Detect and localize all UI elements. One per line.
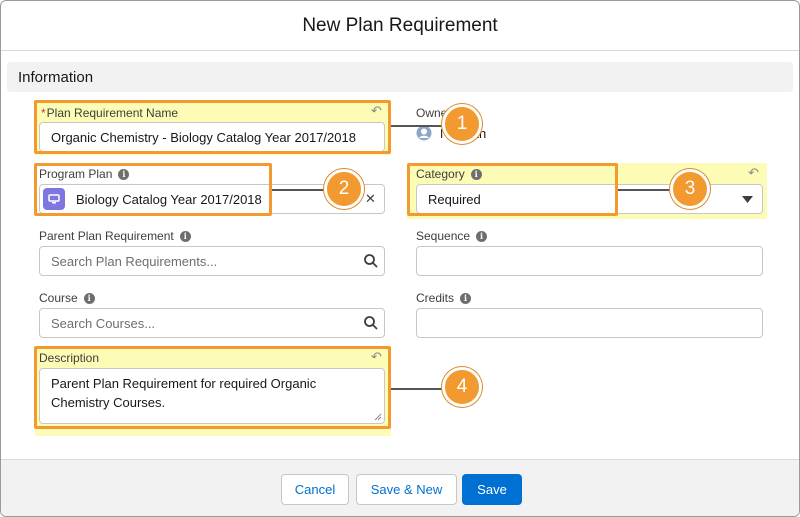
info-icon[interactable]: i xyxy=(460,292,472,304)
callout-connector-3 xyxy=(618,189,670,191)
callout-connector-2 xyxy=(272,189,324,191)
cancel-button[interactable]: Cancel xyxy=(281,474,349,505)
callout-connector-4 xyxy=(391,388,445,390)
info-icon[interactable]: i xyxy=(179,230,191,242)
search-icon xyxy=(364,254,378,268)
save-button[interactable]: Save xyxy=(462,474,522,505)
sequence-label: Sequence i xyxy=(416,229,488,243)
modal-dialog: New Plan Requirement Information *Plan R… xyxy=(0,0,800,517)
modal-title: New Plan Requirement xyxy=(302,14,498,36)
section-header-information[interactable]: Information xyxy=(7,62,793,92)
callout-box-3 xyxy=(407,163,618,216)
callout-badge-2: 2 xyxy=(324,169,364,209)
clear-selection-icon[interactable]: ✕ xyxy=(365,191,376,207)
callout-badge-3: 3 xyxy=(670,169,710,209)
callout-badge-4: 4 xyxy=(442,367,482,407)
callout-badge-1: 1 xyxy=(442,104,482,144)
avatar-icon xyxy=(416,125,432,141)
section-title: Information xyxy=(18,68,94,86)
credits-input[interactable] xyxy=(416,308,763,338)
undo-icon[interactable]: ↶ xyxy=(748,165,759,181)
info-icon[interactable]: i xyxy=(476,230,488,242)
search-icon xyxy=(364,316,378,330)
callout-connector-1 xyxy=(391,125,445,127)
credits-label: Credits i xyxy=(416,291,472,305)
course-label: Course i xyxy=(39,291,95,305)
parent-plan-requirement-search[interactable]: Search Plan Requirements... xyxy=(39,246,385,276)
modal-header: New Plan Requirement xyxy=(1,1,799,51)
info-icon[interactable]: i xyxy=(83,292,95,304)
save-and-new-button[interactable]: Save & New xyxy=(356,474,457,505)
course-search[interactable]: Search Courses... xyxy=(39,308,385,338)
callout-box-4 xyxy=(34,346,391,429)
parent-plan-requirement-label: Parent Plan Requirement i xyxy=(39,229,191,243)
dropdown-arrow-icon[interactable] xyxy=(742,196,753,203)
sequence-input[interactable] xyxy=(416,246,763,276)
callout-box-1 xyxy=(34,100,391,154)
callout-box-2 xyxy=(34,163,272,216)
